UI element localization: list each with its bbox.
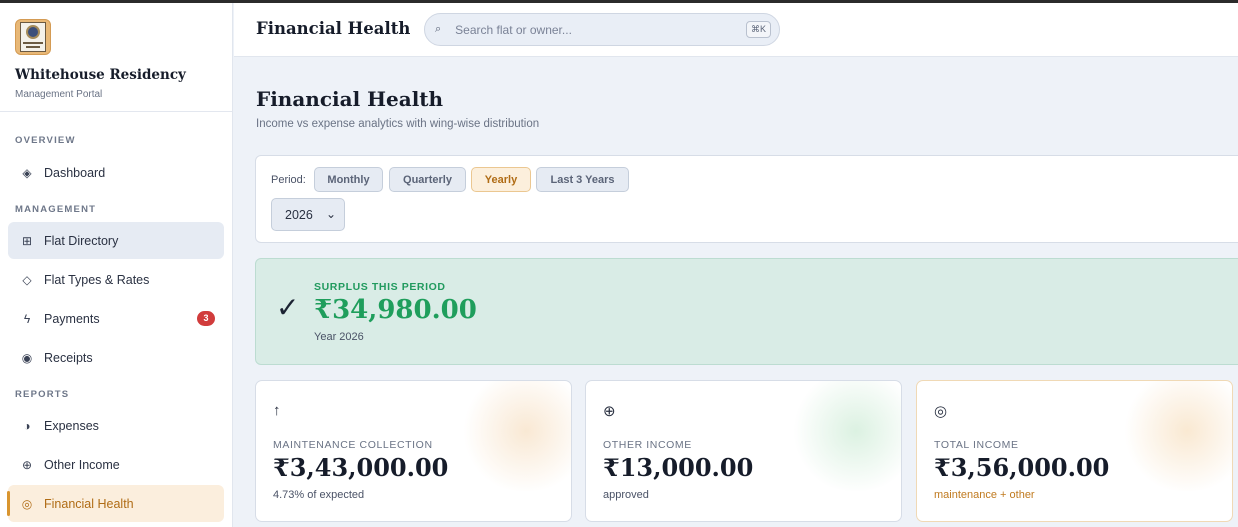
stat-card-other-income: ⊕ OTHER INCOME ₹13,000.00 approved — [585, 380, 902, 522]
surplus-label: SURPLUS THIS PERIOD — [314, 281, 446, 293]
crosshair-icon: ⊕ — [21, 457, 33, 472]
search-input[interactable] — [455, 22, 726, 37]
page-subtitle: Income vs expense analytics with wing-wi… — [256, 118, 540, 130]
stat-value: ₹3,43,000.00 — [273, 453, 449, 482]
stat-note: approved — [603, 489, 649, 501]
brand-name: Whitehouse Residency — [15, 67, 186, 83]
sidebar-item-financial-health[interactable]: ◎ Financial Health — [7, 485, 224, 522]
sidebar: Whitehouse Residency Management Portal O… — [0, 3, 233, 527]
period-option-last-3-years[interactable]: Last 3 Years — [536, 167, 629, 192]
sidebar-item-expenses[interactable]: ◑ Expenses — [8, 407, 224, 444]
sidebar-item-label: Dashboard — [44, 165, 106, 180]
half-circle-icon: ◑ — [23, 418, 31, 433]
sidebar-item-label: Other Income — [44, 457, 120, 472]
nav-section-reports: REPORTS — [15, 389, 70, 400]
residency-logo[interactable] — [15, 19, 51, 55]
surplus-amount: ₹34,980.00 — [314, 295, 477, 325]
stat-card-total-income: ◎ TOTAL INCOME ₹3,56,000.00 maintenance … — [916, 380, 1233, 522]
main-content: Financial Health Income vs expense analy… — [234, 58, 1238, 527]
sidebar-item-receipts[interactable]: ◉ Receipts — [8, 339, 224, 376]
year-select[interactable]: 2026 ⌄ — [271, 198, 345, 231]
sidebar-item-flat-directory[interactable]: ⊞ Flat Directory — [8, 222, 224, 259]
period-option-quarterly[interactable]: Quarterly — [389, 167, 466, 192]
topbar-title: Financial Health — [256, 19, 411, 38]
stat-value: ₹13,000.00 — [603, 453, 754, 482]
grid-icon: ⊞ — [21, 233, 33, 248]
sidebar-item-label: Payments — [44, 311, 100, 326]
surplus-period: Year 2026 — [314, 331, 364, 343]
shortcut-hint: ⌘K — [745, 21, 771, 38]
stat-label: MAINTENANCE COLLECTION — [273, 439, 433, 451]
target-icon: ◎ — [21, 496, 33, 511]
stat-card-maintenance-collection: ↑ MAINTENANCE COLLECTION ₹3,43,000.00 4.… — [255, 380, 572, 522]
nav-section-overview: OVERVIEW — [15, 135, 76, 146]
sidebar-item-label: Expenses — [44, 418, 99, 433]
arrow-up-icon: ↑ — [273, 402, 281, 419]
diamond-outline-icon: ◇ — [22, 272, 32, 287]
sidebar-item-label: Flat Types & Rates — [44, 272, 150, 287]
crosshair-icon: ⊕ — [603, 403, 616, 420]
surplus-banner: ✓ SURPLUS THIS PERIOD ₹34,980.00 Year 20… — [255, 258, 1238, 365]
stat-label: TOTAL INCOME — [934, 439, 1019, 451]
search-box[interactable]: ⌕ ⌘K — [424, 13, 780, 46]
stat-note: 4.73% of expected — [273, 489, 365, 501]
stat-label: OTHER INCOME — [603, 439, 692, 451]
page-title: Financial Health — [256, 87, 444, 111]
diamond-icon: ◈ — [22, 165, 32, 180]
target-icon: ◎ — [934, 403, 948, 420]
period-filter-card: Period: Monthly Quarterly Yearly Last 3 … — [255, 155, 1238, 243]
payments-count-badge: 3 — [197, 311, 215, 326]
period-option-monthly[interactable]: Monthly — [314, 167, 383, 192]
brand-block: Whitehouse Residency Management Portal — [0, 3, 232, 112]
sidebar-item-dashboard[interactable]: ◈ Dashboard — [8, 154, 224, 191]
topbar: Financial Health ⌕ ⌘K — [234, 3, 1238, 57]
sidebar-item-other-income[interactable]: ⊕ Other Income — [8, 446, 224, 483]
stat-note: maintenance + other — [934, 489, 1035, 501]
sidebar-item-label: Financial Health — [44, 496, 134, 511]
period-option-yearly[interactable]: Yearly — [471, 167, 531, 192]
sidebar-item-payments[interactable]: ϟ Payments 3 — [8, 300, 224, 337]
sidebar-item-label: Flat Directory — [44, 233, 119, 248]
period-label: Period: — [271, 174, 306, 186]
year-select-value: 2026 — [285, 207, 313, 222]
brand-subtitle: Management Portal — [15, 89, 103, 100]
bolt-icon: ϟ — [23, 311, 31, 326]
search-icon: ⌕ — [435, 23, 442, 35]
sidebar-item-flat-types-rates[interactable]: ◇ Flat Types & Rates — [8, 261, 224, 298]
chevron-down-icon: ⌄ — [325, 207, 336, 221]
nav-section-management: MANAGEMENT — [15, 204, 97, 215]
sidebar-item-label: Receipts — [44, 350, 93, 365]
stat-value: ₹3,56,000.00 — [934, 453, 1110, 482]
checkmark-icon: ✓ — [276, 292, 300, 323]
record-icon: ◉ — [21, 350, 33, 365]
